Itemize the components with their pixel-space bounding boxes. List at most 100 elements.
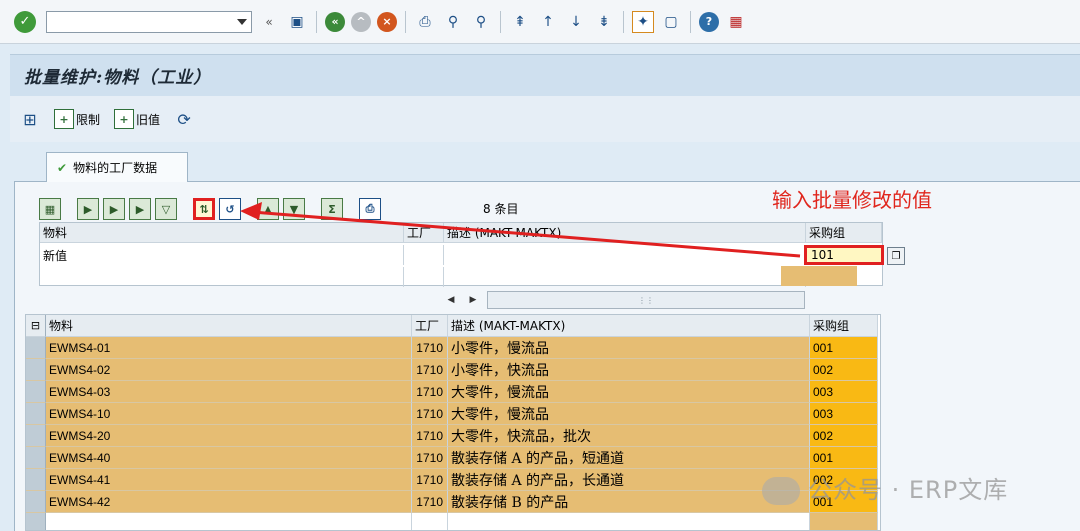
table-row[interactable]: EWMS4-10 1710 大零件，慢流品 003 xyxy=(26,403,880,425)
header-purchasing-group[interactable]: 采购组 xyxy=(810,315,878,337)
horizontal-scrollbar[interactable]: ◀ ▶ ⋮⋮ xyxy=(443,290,805,310)
cell-material: EWMS4-20 xyxy=(46,425,412,447)
sum-icon[interactable]: Σ xyxy=(321,198,343,220)
tab-label: 物料的工厂数据 xyxy=(73,161,158,175)
last-page-icon[interactable]: ⇟ xyxy=(593,11,615,33)
find-next-icon[interactable]: ⚲ xyxy=(470,11,492,33)
back-icon[interactable]: « xyxy=(325,11,345,32)
cell-purchasing-group[interactable]: 002 xyxy=(810,425,878,447)
sort-descending-icon[interactable]: ▼ xyxy=(283,198,305,220)
structure-button[interactable]: ⊞ xyxy=(20,109,40,129)
checkmark-icon: ✔ xyxy=(57,160,68,175)
header-description[interactable]: 描述 (MAKT-MAKTX) xyxy=(444,223,806,242)
header-material[interactable]: 物料 xyxy=(40,223,404,242)
chevron-down-icon[interactable] xyxy=(237,18,247,25)
help-icon[interactable]: ? xyxy=(699,11,719,32)
header-purchasing-group[interactable]: 采购组 xyxy=(806,223,882,242)
enter-check-icon[interactable]: ✓ xyxy=(14,10,36,33)
print-icon[interactable]: ⎙ xyxy=(414,11,436,33)
find-icon[interactable]: ⚲ xyxy=(442,11,464,33)
data-grid: ⊟ 物料 工厂 描述 (MAKT-MAKTX) 采购组 EWMS4-01 171… xyxy=(25,314,881,531)
customize-layout-icon[interactable]: ▦ xyxy=(725,11,747,33)
toolbar-divider xyxy=(316,10,317,33)
cell-plant: 1710 xyxy=(412,359,448,381)
cell-plant: 1710 xyxy=(412,425,448,447)
grid-toolbar: ▦ ▶ ▶ ▶ ▽ ⇅ ↺ ▲ ▼ Σ ⎙ xyxy=(39,196,381,222)
select-block-icon[interactable]: ▶ xyxy=(77,198,99,220)
cell-description: 小零件，快流品 xyxy=(448,359,810,381)
purchasing-group-column-fill xyxy=(781,266,857,286)
select-all-icon[interactable]: ▦ xyxy=(39,198,61,220)
undo-icon[interactable]: ↺ xyxy=(219,198,241,220)
row-selector[interactable] xyxy=(26,359,46,381)
page-title: 批量维护:物料（工业） xyxy=(24,68,212,88)
cell-purchasing-group[interactable]: 003 xyxy=(810,403,878,425)
new-values-row: 新值 xyxy=(40,245,882,265)
hierarchy-icon: ⊞ xyxy=(23,109,37,129)
row-selector[interactable] xyxy=(26,469,46,491)
row-selector[interactable] xyxy=(26,403,46,425)
table-row[interactable]: EWMS4-20 1710 大零件，快流品，批次 002 xyxy=(26,425,880,447)
row-selector[interactable] xyxy=(26,425,46,447)
scroll-track[interactable]: ⋮⋮ xyxy=(487,291,805,309)
cell-purchasing-group[interactable]: 003 xyxy=(810,381,878,403)
carry-out-change-icon[interactable]: ⇅ xyxy=(193,198,215,220)
exit-icon[interactable]: ^ xyxy=(351,11,371,32)
header-plant[interactable]: 工厂 xyxy=(412,315,448,337)
scroll-right-icon[interactable]: ▶ xyxy=(465,295,481,305)
cell-purchasing-group[interactable]: 002 xyxy=(810,359,878,381)
cell-plant: 1710 xyxy=(412,403,448,425)
old-value-button[interactable]: + 旧值 xyxy=(114,109,160,129)
first-page-icon[interactable]: ⇞ xyxy=(509,11,531,33)
application-toolbar: ⊞ + 限制 + 旧值 ⟳ xyxy=(10,96,1080,142)
next-page-icon[interactable]: ↓ xyxy=(565,11,587,33)
cell-plant: 1710 xyxy=(412,469,448,491)
table-row[interactable]: EWMS4-02 1710 小零件，快流品 002 xyxy=(26,359,880,381)
deselect-block-icon[interactable]: ▶ xyxy=(103,198,125,220)
purchasing-group-new-value-input[interactable]: 101 xyxy=(804,245,884,265)
restrict-button[interactable]: + 限制 xyxy=(54,109,100,129)
refresh-button[interactable]: ⟳ xyxy=(174,109,194,129)
filter-icon[interactable]: ▽ xyxy=(155,198,177,220)
table-row[interactable]: EWMS4-03 1710 大零件，慢流品 003 xyxy=(26,381,880,403)
cell-description: 大零件，慢流品 xyxy=(448,403,810,425)
save-icon[interactable]: ▣ xyxy=(286,11,308,33)
system-toolbar: ✓ « ▣ « ^ × ⎙ ⚲ ⚲ ⇞ ↑ ↓ ⇟ ✦ ▢ ? ▦ xyxy=(0,0,1080,44)
row-selector[interactable] xyxy=(26,381,46,403)
shortcut-icon[interactable]: ▢ xyxy=(660,11,682,33)
header-description[interactable]: 描述 (MAKT-MAKTX) xyxy=(448,315,810,337)
table-row[interactable]: EWMS4-01 1710 小零件，慢流品 001 xyxy=(26,337,880,359)
cancel-icon[interactable]: × xyxy=(377,11,397,32)
watermark-text: 公众号 · ERP文库 xyxy=(808,476,1009,504)
sort-ascending-icon[interactable]: ▲ xyxy=(257,198,279,220)
header-plant[interactable]: 工厂 xyxy=(404,223,444,242)
cell-purchasing-group[interactable]: 001 xyxy=(810,337,878,359)
print-grid-icon[interactable]: ⎙ xyxy=(359,198,381,220)
table-row[interactable]: EWMS4-42 1710 散装存储 B 的产品 001 xyxy=(26,491,880,513)
table-row[interactable]: EWMS4-40 1710 散装存储 A 的产品，短通道 001 xyxy=(26,447,880,469)
new-value-plant[interactable] xyxy=(404,245,444,265)
deselect-all-icon[interactable]: ▶ xyxy=(129,198,151,220)
new-session-icon[interactable]: ✦ xyxy=(632,10,654,33)
table-row[interactable]: EWMS4-41 1710 散装存储 A 的产品，长通道 002 xyxy=(26,469,880,491)
row-selector[interactable] xyxy=(26,337,46,359)
title-bar: 批量维护:物料（工业） xyxy=(10,54,1080,96)
collapse-icon[interactable]: « xyxy=(258,11,280,33)
cell-description: 散装存储 A 的产品，短通道 xyxy=(448,447,810,469)
annotation-text: 输入批量修改的值 xyxy=(772,188,932,212)
copy-value-icon[interactable]: ❐ xyxy=(887,247,905,265)
select-all-rows-icon[interactable]: ⊟ xyxy=(26,315,46,337)
row-selector[interactable] xyxy=(26,491,46,513)
cell-description: 小零件，慢流品 xyxy=(448,337,810,359)
previous-page-icon[interactable]: ↑ xyxy=(537,11,559,33)
row-selector[interactable] xyxy=(26,447,46,469)
new-value-description[interactable] xyxy=(444,245,806,265)
header-material[interactable]: 物料 xyxy=(46,315,412,337)
scroll-left-icon[interactable]: ◀ xyxy=(443,295,459,305)
command-field[interactable] xyxy=(46,10,252,33)
cell-plant: 1710 xyxy=(412,491,448,513)
cell-material: EWMS4-41 xyxy=(46,469,412,491)
cell-material: EWMS4-01 xyxy=(46,337,412,359)
tab-plant-data[interactable]: ✔ 物料的工厂数据 xyxy=(46,152,188,182)
cell-purchasing-group[interactable]: 001 xyxy=(810,447,878,469)
